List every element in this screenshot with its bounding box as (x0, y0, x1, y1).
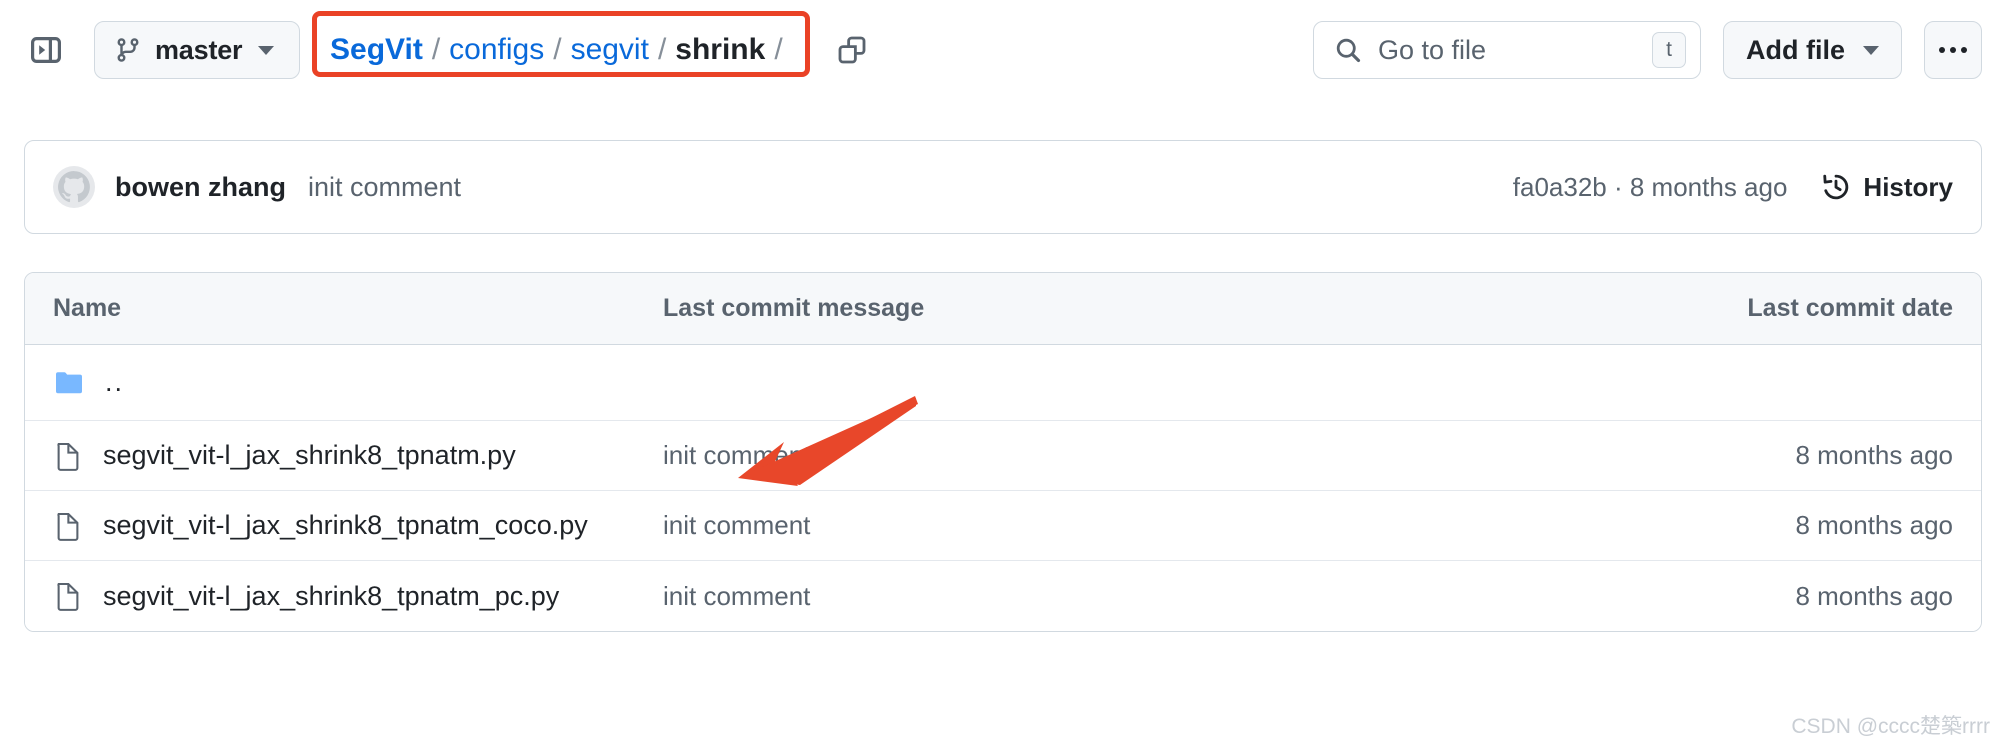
breadcrumb-highlight-wrapper: SegVit / configs / segvit / shrink / (312, 11, 810, 77)
breadcrumb-separator: / (553, 33, 562, 66)
row-name-cell: segvit_vit-l_jax_shrink8_tpnatm.py (53, 440, 663, 471)
file-icon (57, 582, 79, 611)
file-link[interactable]: segvit_vit-l_jax_shrink8_tpnatm_pc.py (103, 581, 559, 612)
git-branch-icon (117, 38, 139, 62)
file-link[interactable]: segvit_vit-l_jax_shrink8_tpnatm_coco.py (103, 510, 588, 541)
clock-history-icon (1823, 174, 1849, 200)
kebab-dot-icon (1961, 47, 1967, 53)
history-label: History (1863, 171, 1953, 202)
chevron-down-icon (1863, 45, 1879, 55)
row-name-cell: segvit_vit-l_jax_shrink8_tpnatm_coco.py (53, 510, 663, 541)
table-row[interactable]: .. (25, 345, 1981, 421)
header-actions: Go to file t Add file (1313, 21, 1982, 79)
commit-meta-group: fa0a32b · 8 months ago History (1513, 172, 1953, 203)
row-name-cell: .. (53, 367, 663, 399)
column-header-message: Last commit message (663, 294, 925, 322)
breadcrumb-item-configs[interactable]: configs (449, 33, 544, 67)
kebab-dot-icon (1950, 47, 1956, 53)
row-date-cell: 8 months ago (1795, 510, 1953, 540)
breadcrumb-separator: / (431, 33, 441, 66)
latest-commit-bar: bowen zhang init comment fa0a32b · 8 mon… (24, 140, 1982, 234)
row-date-cell: 8 months ago (1795, 580, 1953, 611)
table-header-row: Name Last commit message Last commit dat… (25, 273, 1981, 345)
branch-name-label: master (155, 34, 243, 65)
commit-message[interactable]: init comment (308, 172, 461, 203)
breadcrumb-item-segvit[interactable]: segvit (571, 33, 649, 67)
file-icon (57, 512, 79, 541)
go-to-file-placeholder: Go to file (1378, 34, 1487, 65)
add-file-button[interactable]: Add file (1723, 21, 1902, 79)
file-list-table: Name Last commit message Last commit dat… (24, 272, 1982, 632)
copy-path-icon[interactable] (830, 28, 874, 72)
history-button[interactable]: History (1821, 172, 1953, 203)
file-link[interactable]: segvit_vit-l_jax_shrink8_tpnatm.py (103, 440, 516, 471)
row-message-cell[interactable]: init comment (663, 440, 1693, 471)
repo-file-header: master SegVit / configs / segvit / shrin… (0, 0, 2006, 100)
csdn-watermark: CSDN @cccc楚築rrrr (1791, 715, 1990, 738)
sidebar-expand-icon[interactable] (24, 28, 68, 72)
column-header-name: Name (53, 294, 122, 322)
commit-author[interactable]: bowen zhang (115, 172, 286, 203)
table-row[interactable]: segvit_vit-l_jax_shrink8_tpnatm_coco.py … (25, 491, 1981, 561)
table-row[interactable]: segvit_vit-l_jax_shrink8_tpnatm_pc.py in… (25, 561, 1981, 631)
kebab-dot-icon (1939, 47, 1945, 53)
breadcrumb: SegVit / configs / segvit / shrink / (326, 31, 796, 69)
row-date-cell: 8 months ago (1795, 440, 1953, 470)
column-header-date: Last commit date (1747, 294, 1953, 322)
row-message-cell[interactable]: init comment (663, 510, 1693, 541)
row-name-cell: segvit_vit-l_jax_shrink8_tpnatm_pc.py (53, 581, 663, 612)
avatar[interactable] (53, 166, 95, 208)
go-to-file-input[interactable]: Go to file t (1313, 21, 1701, 79)
octocat-icon (58, 171, 90, 203)
breadcrumb-item-repo[interactable]: SegVit (330, 33, 423, 67)
commit-sha-and-time[interactable]: fa0a32b · 8 months ago (1513, 172, 1788, 203)
row-message-cell[interactable]: init comment (663, 581, 1693, 612)
file-icon (57, 442, 79, 471)
breadcrumb-separator-trailing: / (774, 33, 783, 66)
breadcrumb-separator: / (657, 33, 667, 66)
chevron-down-icon (258, 45, 275, 55)
breadcrumb-item-current: shrink (675, 33, 766, 66)
more-options-button[interactable] (1924, 21, 1982, 79)
search-icon (1336, 38, 1361, 63)
table-row[interactable]: segvit_vit-l_jax_shrink8_tpnatm.py init … (25, 421, 1981, 491)
branch-selector-button[interactable]: master (94, 21, 300, 79)
add-file-label: Add file (1746, 34, 1845, 65)
search-shortcut-key: t (1652, 32, 1686, 68)
folder-icon (56, 371, 82, 393)
parent-directory-link[interactable]: .. (105, 367, 124, 398)
